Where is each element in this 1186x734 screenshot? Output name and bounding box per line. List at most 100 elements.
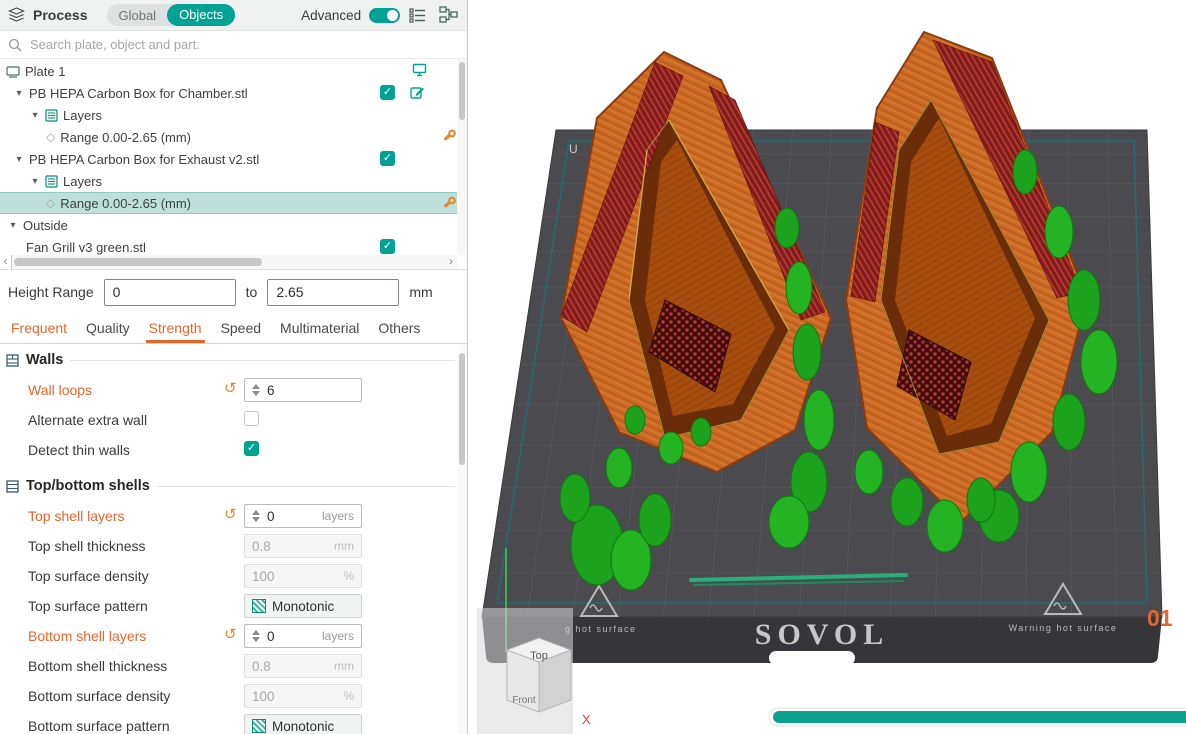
section-title: Top/bottom shells (26, 478, 150, 494)
alternate-extra-wall-checkbox[interactable] (244, 411, 259, 426)
range-diamond-icon: ◇ (46, 196, 56, 210)
tree-row-plate[interactable]: Plate 1 (0, 60, 457, 82)
search-bar (0, 31, 467, 59)
tab-quality[interactable]: Quality (86, 320, 130, 343)
tree-label: Layers (63, 173, 103, 189)
scrollbar-thumb[interactable] (459, 353, 465, 465)
modify-range-wrench-icon[interactable] (442, 129, 456, 146)
layers-icon (45, 174, 58, 188)
setting-row-wall-loops: Wall loops ↺ 6 (0, 375, 467, 405)
height-range-label: Height Range (8, 284, 94, 300)
setting-label: Bottom surface pattern (28, 718, 170, 734)
walls-section-icon (6, 353, 19, 367)
chevron-down-icon[interactable]: ▾ (30, 110, 40, 121)
layers-icon (45, 108, 58, 122)
advanced-toggle[interactable] (369, 7, 401, 23)
height-range-row: Height Range to mm (0, 270, 467, 314)
tree-vertical-scrollbar[interactable] (457, 59, 467, 255)
tab-multimaterial[interactable]: Multimaterial (280, 320, 359, 343)
plate-settings-icon[interactable] (412, 63, 427, 80)
tree-row-outside[interactable]: ▾ Outside (0, 214, 457, 236)
global-objects-toggle[interactable]: Global Objects (107, 4, 236, 26)
progress-bar[interactable] (768, 707, 1186, 727)
setting-row-top-surface-pattern: Top surface pattern Monotonic (0, 591, 467, 621)
chevron-down-icon[interactable]: ▾ (14, 154, 24, 165)
chevron-down-icon[interactable]: ▾ (8, 220, 18, 231)
tab-others[interactable]: Others (378, 320, 420, 343)
scroll-left-arrow[interactable]: ‹ (0, 255, 12, 269)
edit-object-icon[interactable] (410, 85, 425, 103)
x-axis-label: X (582, 712, 591, 727)
tab-strength[interactable]: Strength (145, 320, 205, 343)
range-diamond-icon: ◇ (46, 130, 56, 144)
height-range-from-input[interactable] (103, 278, 236, 306)
setting-row-top-shell-layers: Top shell layers ↺ 0 layers (0, 501, 467, 531)
chevron-down-icon[interactable]: ▾ (14, 88, 24, 99)
process-panel: Process Global Objects Advanced Search p… (0, 0, 468, 734)
height-range-to-input[interactable] (267, 278, 400, 306)
object-visible-checkbox[interactable] (380, 151, 395, 166)
strength-settings: Walls Wall loops ↺ 6 Alternate extra wal… (0, 345, 467, 734)
3d-viewport[interactable]: U SOVOL g hot surface Warning hot surfac… (469, 0, 1186, 734)
tree-row-layers[interactable]: ▾ Layers (0, 170, 457, 192)
setting-row-alternate-extra-wall: Alternate extra wall (0, 405, 467, 435)
scrollbar-thumb[interactable] (459, 62, 465, 120)
progress-bar-fill (773, 711, 1186, 723)
stepper-arrows[interactable] (252, 630, 260, 642)
gizmo-front-label: Front (512, 695, 536, 706)
tree-row-range-selected[interactable]: ◇ Range 0.00-2.65 (mm) (0, 192, 457, 214)
top-shell-thickness-input: 0.8 mm (244, 534, 362, 558)
segment-global[interactable]: Global (107, 8, 167, 23)
plate-brand-logo: SOVOL (755, 618, 889, 651)
tree-row-object[interactable]: ▾ PB HEPA Carbon Box for Chamber.stl (0, 82, 457, 104)
search-input[interactable] (28, 36, 459, 53)
warning-text-left: g hot surface (565, 624, 637, 634)
object-visible-checkbox[interactable] (380, 85, 395, 100)
chevron-down-icon[interactable]: ▾ (30, 176, 40, 187)
tree-label: Range 0.00-2.65 (mm) (60, 129, 192, 145)
gizmo-top-label: Top (530, 650, 548, 662)
section-shells: Top/bottom shells (0, 471, 467, 501)
reset-to-default-icon[interactable]: ↺ (224, 379, 237, 397)
tree-horizontal-scrollbar[interactable]: ‹ › (0, 255, 457, 269)
top-shell-layers-input[interactable]: 0 layers (244, 504, 362, 528)
tree-row-object[interactable]: Fan Grill v3 green.stl (0, 236, 457, 255)
tree-row-object[interactable]: ▾ PB HEPA Carbon Box for Exhaust v2.stl (0, 148, 457, 170)
setting-row-detect-thin-walls: Detect thin walls (0, 435, 467, 465)
stepper-arrows[interactable] (252, 510, 260, 522)
plate-marking: U (569, 142, 578, 156)
scroll-right-arrow[interactable]: › (445, 255, 457, 269)
stepper-arrows[interactable] (252, 384, 260, 396)
tab-frequent[interactable]: Frequent (11, 320, 67, 343)
setting-row-bottom-surface-density: Bottom surface density 100 % (0, 681, 467, 711)
object-hierarchy-icon[interactable] (439, 6, 459, 24)
top-surface-pattern-select[interactable]: Monotonic (244, 594, 362, 618)
search-icon (8, 38, 22, 51)
tab-speed[interactable]: Speed (221, 320, 261, 343)
setting-row-bottom-shell-thickness: Bottom shell thickness 0.8 mm (0, 651, 467, 681)
height-range-to-word: to (245, 284, 258, 300)
settings-list-icon[interactable] (409, 7, 427, 23)
scrollbar-thumb[interactable] (14, 258, 262, 266)
setting-label: Detect thin walls (28, 442, 130, 458)
plate-notch (769, 651, 855, 665)
bottom-surface-pattern-select[interactable]: Monotonic (244, 714, 362, 734)
detect-thin-walls-checkbox[interactable] (244, 441, 259, 456)
settings-tabs: Frequent Quality Strength Speed Multimat… (0, 314, 467, 344)
wall-loops-input[interactable]: 6 (244, 378, 362, 402)
object-visible-checkbox[interactable] (380, 239, 395, 254)
reset-to-default-icon[interactable]: ↺ (224, 505, 237, 523)
bottom-shell-layers-input[interactable]: 0 layers (244, 624, 362, 648)
setting-row-top-surface-density: Top surface density 100 % (0, 561, 467, 591)
object-number-badge: 01 (1147, 605, 1173, 631)
setting-label: Top surface pattern (28, 598, 148, 614)
modify-range-wrench-icon[interactable] (442, 196, 456, 213)
setting-label: Top shell layers (28, 508, 125, 524)
segment-objects[interactable]: Objects (167, 4, 236, 26)
tree-row-range[interactable]: ◇ Range 0.00-2.65 (mm) (0, 126, 457, 148)
height-range-unit: mm (409, 284, 433, 300)
tree-row-layers[interactable]: ▾ Layers (0, 104, 457, 126)
reset-to-default-icon[interactable]: ↺ (224, 625, 237, 643)
settings-vertical-scrollbar[interactable] (457, 345, 467, 734)
tree-label: Range 0.00-2.65 (mm) (60, 195, 192, 211)
